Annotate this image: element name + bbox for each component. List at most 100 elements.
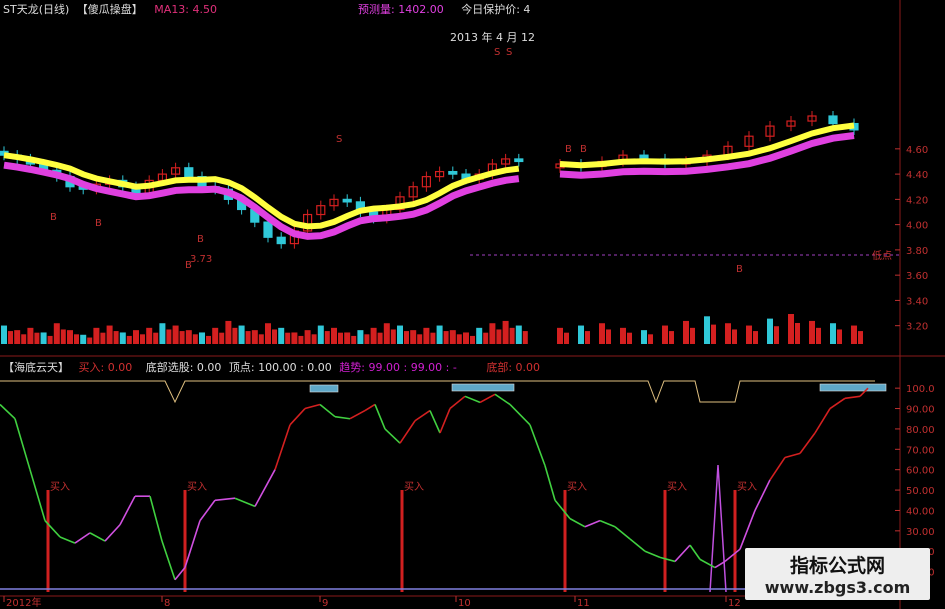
indicator-tag: 【傻瓜操盘】	[76, 3, 143, 16]
volume-bar	[311, 334, 317, 344]
volume-bar	[126, 335, 132, 344]
volume-bar	[816, 327, 821, 344]
volume-bar	[683, 320, 689, 344]
x-tick-label: 12	[728, 598, 741, 609]
oscillator-segment	[349, 409, 366, 420]
volume-bar	[753, 331, 758, 344]
oscillator-segment	[254, 469, 276, 507]
oscillator-segment	[644, 550, 661, 559]
candle-body	[184, 167, 194, 178]
oscillator-segment	[184, 520, 201, 568]
oscillator-segment	[0, 403, 16, 420]
volume-bar	[522, 331, 528, 344]
volume-bar	[669, 331, 674, 344]
volume-bar	[304, 330, 311, 344]
volume-bar	[291, 332, 298, 344]
oscillator-segment	[614, 526, 631, 540]
price-tick-label: 4.40	[906, 170, 928, 181]
osc-tick-label: 90.00	[906, 405, 935, 416]
x-tick-label: 2012年	[6, 596, 41, 609]
oscillator-segment	[689, 544, 701, 560]
volume-bar	[87, 337, 93, 344]
oscillator-segment	[289, 407, 306, 426]
volume-bar	[119, 332, 126, 344]
oscillator-segment	[89, 532, 106, 542]
price-tick-label: 3.40	[906, 296, 928, 307]
volume-bar	[417, 334, 423, 344]
volume-bar	[851, 325, 857, 344]
volume-bar	[502, 320, 509, 344]
volume-bar	[146, 327, 153, 344]
oscillator-segment	[384, 428, 401, 444]
oscillator-segment	[274, 424, 291, 470]
oscillator-segment	[364, 403, 376, 412]
volume-bar	[809, 320, 815, 344]
volume-bar	[192, 334, 198, 344]
volume-bar	[331, 327, 337, 344]
volume-bar	[641, 330, 647, 344]
oscillator-segment	[119, 495, 136, 526]
volume-bar	[620, 327, 626, 344]
oscillator-segment	[599, 519, 616, 528]
candle-body	[342, 198, 352, 203]
price-tick-label: 4.00	[906, 221, 928, 232]
volume-bar	[212, 327, 219, 344]
buy-mark: B	[50, 212, 57, 223]
oscillator-segment	[334, 415, 351, 420]
volume-bar	[80, 334, 87, 344]
volume-bar	[21, 334, 27, 344]
volume-bar	[106, 325, 113, 344]
buy-mark: B	[580, 144, 587, 155]
buy-signal-label: 买入	[187, 481, 207, 493]
volume-bar	[93, 327, 100, 344]
volume-bar	[140, 334, 145, 344]
low-label: 低点	[872, 249, 892, 262]
volume-bar	[285, 332, 291, 344]
volume-bar	[858, 331, 863, 344]
volume-bar	[317, 325, 324, 344]
volume-bar	[410, 330, 417, 344]
volume-bar	[298, 335, 304, 344]
oscillator-segment	[304, 403, 321, 410]
sell-mark: S	[494, 47, 500, 58]
volume-bar	[774, 326, 779, 344]
volume-bar	[172, 325, 179, 344]
candle-body	[514, 158, 524, 163]
x-tick-label: 9	[322, 598, 328, 609]
volume-bar	[788, 314, 794, 344]
oscillator-segment	[399, 420, 416, 444]
volume-bar	[219, 332, 225, 344]
trend-value: 趋势: 99.00 : 99.00 : -	[339, 361, 457, 374]
oscillator-segment	[14, 418, 31, 470]
bottom-value: 底部: 0.00	[486, 361, 541, 374]
volume-bar	[238, 325, 245, 344]
volume-bar	[662, 325, 668, 344]
volume-bar	[578, 325, 584, 344]
buy-mark: B	[197, 234, 204, 245]
buy-signal-label: 买入	[737, 481, 757, 493]
watermark-title: 指标公式网	[789, 555, 885, 577]
oscillator-segment	[739, 510, 756, 550]
volume-bar	[113, 331, 119, 344]
price-tick-label: 3.60	[906, 271, 928, 282]
volume-bar	[423, 327, 430, 344]
volume-bar	[153, 332, 159, 344]
predict-volume: 预测量: 1402.00	[358, 3, 444, 16]
oscillator-segment	[544, 465, 556, 501]
volume-bar	[456, 334, 462, 344]
oscillator-segment	[769, 457, 786, 481]
oscillator-segment	[629, 538, 646, 552]
osc-tick-label: 80.00	[906, 425, 935, 436]
volume-bar	[1, 325, 7, 344]
top-ceiling-line	[0, 380, 875, 404]
oscillator-segment	[829, 397, 846, 410]
volume-bar	[8, 331, 13, 344]
price-tick-label: 4.60	[906, 145, 928, 156]
volume-bar	[767, 318, 773, 344]
oscillator-segment	[29, 469, 46, 521]
oscillator-segment	[554, 499, 571, 520]
buy-mark: B	[185, 260, 192, 271]
top-marker-box	[819, 383, 887, 392]
oscillator-segment	[724, 548, 741, 563]
volume-bar	[606, 329, 611, 344]
